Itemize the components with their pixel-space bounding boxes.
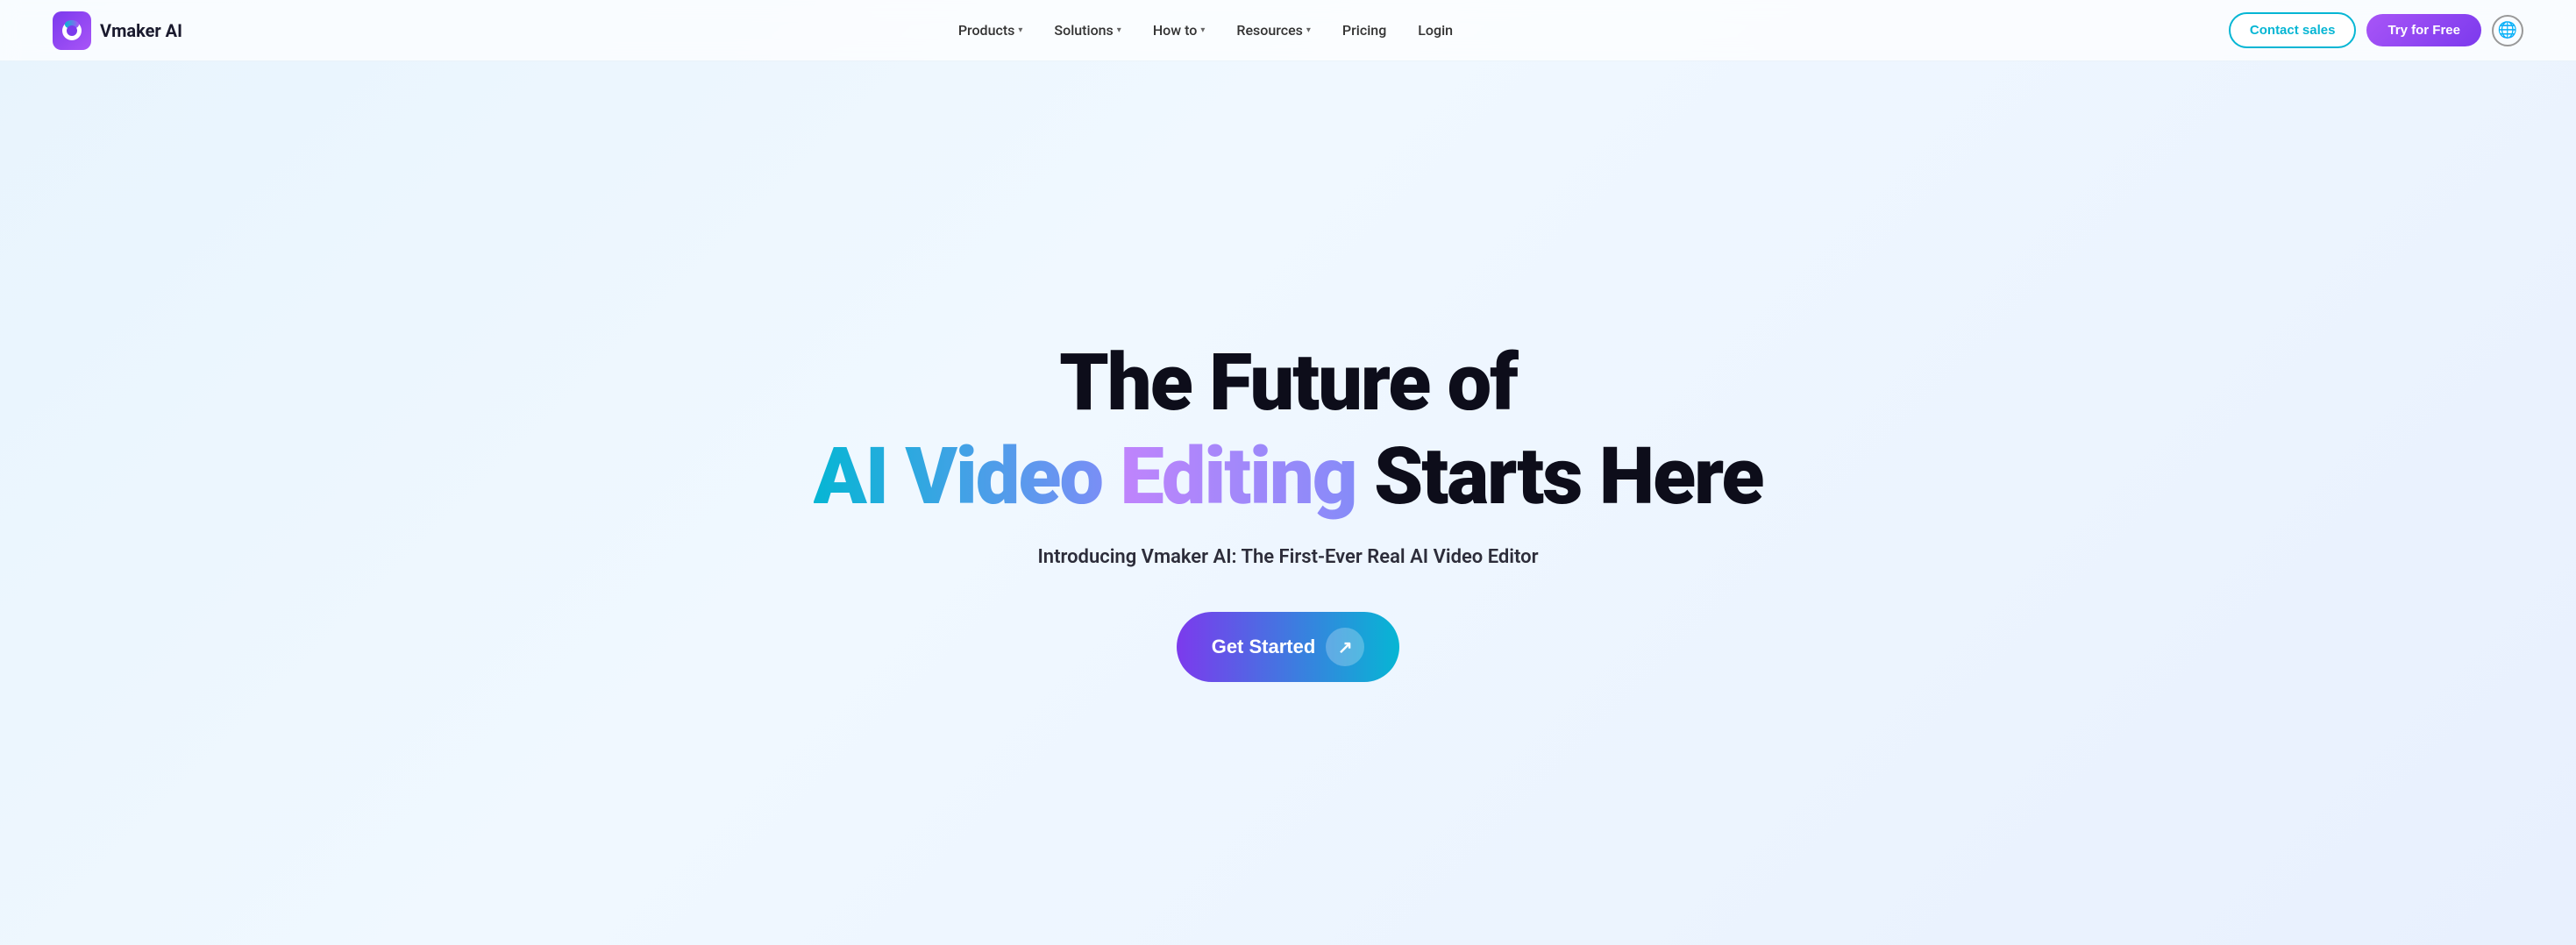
chevron-down-icon: ▾	[1117, 25, 1121, 35]
hero-gradient-editing: Editing	[1120, 430, 1374, 522]
globe-icon: 🌐	[2498, 21, 2517, 39]
chevron-down-icon: ▾	[1306, 25, 1311, 35]
nav-item-pricing[interactable]: Pricing	[1330, 15, 1398, 46]
get-started-button[interactable]: Get Started ↗	[1177, 612, 1400, 682]
try-for-free-button[interactable]: Try for Free	[2366, 14, 2481, 46]
hero-subtitle: Introducing Vmaker AI: The First-Ever Re…	[1037, 546, 1538, 568]
chevron-down-icon: ▾	[1018, 25, 1022, 35]
arrow-icon: ↗	[1338, 636, 1353, 658]
language-selector-button[interactable]: 🌐	[2492, 15, 2523, 46]
nav-item-login[interactable]: Login	[1405, 15, 1465, 46]
nav-item-solutions[interactable]: Solutions ▾	[1042, 15, 1133, 46]
hero-gradient-ai: AI Video	[814, 430, 1121, 522]
contact-sales-button[interactable]: Contact sales	[2229, 12, 2357, 48]
hero-title-line2: AI Video Editing Starts Here	[814, 433, 1763, 520]
nav-item-products[interactable]: Products ▾	[946, 15, 1035, 46]
logo-icon	[53, 11, 91, 50]
hero-starts-here: Starts Here	[1374, 430, 1762, 522]
get-started-label: Get Started	[1212, 636, 1316, 658]
logo-link[interactable]: Vmaker AI	[53, 11, 182, 50]
nav-right: Contact sales Try for Free 🌐	[2229, 12, 2523, 48]
nav-item-howto[interactable]: How to ▾	[1141, 15, 1218, 46]
hero-title-line1: The Future of	[1059, 342, 1517, 425]
nav-item-resources[interactable]: Resources ▾	[1224, 15, 1323, 46]
chevron-down-icon: ▾	[1200, 25, 1205, 35]
brand-name: Vmaker AI	[100, 20, 182, 41]
nav-links: Products ▾ Solutions ▾ How to ▾ Resource…	[946, 15, 1465, 46]
arrow-circle: ↗	[1326, 628, 1364, 666]
navbar: Vmaker AI Products ▾ Solutions ▾ How to …	[0, 0, 2576, 61]
hero-section: The Future of AI Video Editing Starts He…	[0, 61, 2576, 945]
